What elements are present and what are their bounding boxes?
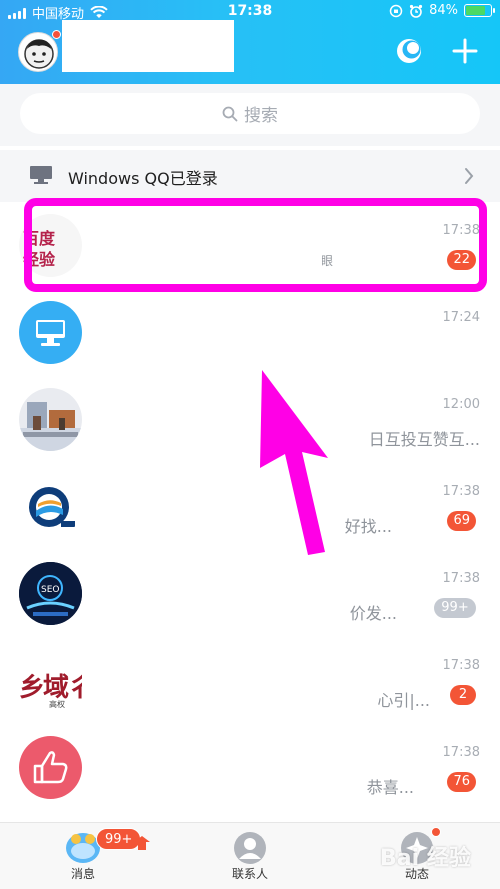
conversation-time: 17:38 [442, 571, 480, 586]
notification-dot [431, 827, 441, 837]
unread-badge: 99+ [434, 598, 476, 618]
gift-icon [134, 836, 150, 850]
search-input[interactable]: 搜索 [20, 93, 480, 134]
avatar-logo-subtext: 高权 [49, 700, 65, 709]
conversation-time: 17:38 [442, 484, 480, 499]
conversation-time: 17:38 [442, 658, 480, 673]
watermark: Bai 经验 [380, 846, 471, 871]
seo-avatar: SEO [19, 562, 82, 625]
conversation-time: 17:24 [442, 310, 480, 325]
highlight-box [24, 198, 487, 292]
tab-messages-label: 消息 [70, 867, 95, 881]
qzone-icon[interactable] [394, 36, 424, 66]
conversation-preview: 价发... [349, 604, 397, 623]
search-icon [222, 106, 238, 121]
domain-logo-avatar: 乡域彳 高权 [19, 649, 82, 712]
tab-contacts[interactable]: 联系人 [200, 823, 300, 889]
battery-percent: 84% [429, 3, 458, 18]
my-avatar[interactable] [18, 32, 58, 72]
computer-icon [30, 166, 52, 184]
unread-badge: 76 [447, 772, 476, 792]
svg-text:SEO: SEO [41, 585, 59, 595]
conversation-row[interactable]: 17:38 恭喜... 76 [0, 724, 500, 811]
orange-logo-avatar [19, 475, 82, 538]
chevron-right-icon [465, 168, 474, 184]
conversation-time: 17:38 [442, 745, 480, 760]
arrow-annotation-icon [260, 370, 328, 555]
monitor-avatar [19, 301, 82, 364]
battery-icon [464, 4, 495, 17]
conversation-preview: 日互投互赞互... [368, 430, 480, 449]
header-bar: 中国移动 17:38 84% [0, 0, 500, 84]
contacts-tab-icon [234, 832, 266, 864]
group-avatar [19, 388, 82, 451]
conversation-preview: 心引|... [377, 691, 430, 710]
conversation-row[interactable]: 乡域彳 高权 17:38 心引|... 2 [0, 637, 500, 724]
conversation-time: 12:00 [442, 397, 480, 412]
conversation-row[interactable]: SEO 17:38 价发... 99+ [0, 550, 500, 637]
redacted-name [62, 20, 234, 72]
pc-login-label: Windows QQ已登录 [68, 169, 218, 188]
search-placeholder: 搜索 [244, 106, 278, 126]
tab-contacts-label: 联系人 [231, 867, 268, 881]
unread-badge: 2 [450, 685, 476, 705]
conversation-preview: 好找... [344, 517, 392, 536]
plus-icon[interactable] [451, 37, 479, 65]
unread-badge: 69 [447, 511, 476, 531]
conversation-preview: 恭喜... [366, 778, 414, 797]
thumbs-up-avatar [19, 736, 82, 799]
alarm-icon [409, 4, 423, 18]
notification-dot [52, 30, 61, 39]
orientation-lock-icon [389, 4, 403, 17]
